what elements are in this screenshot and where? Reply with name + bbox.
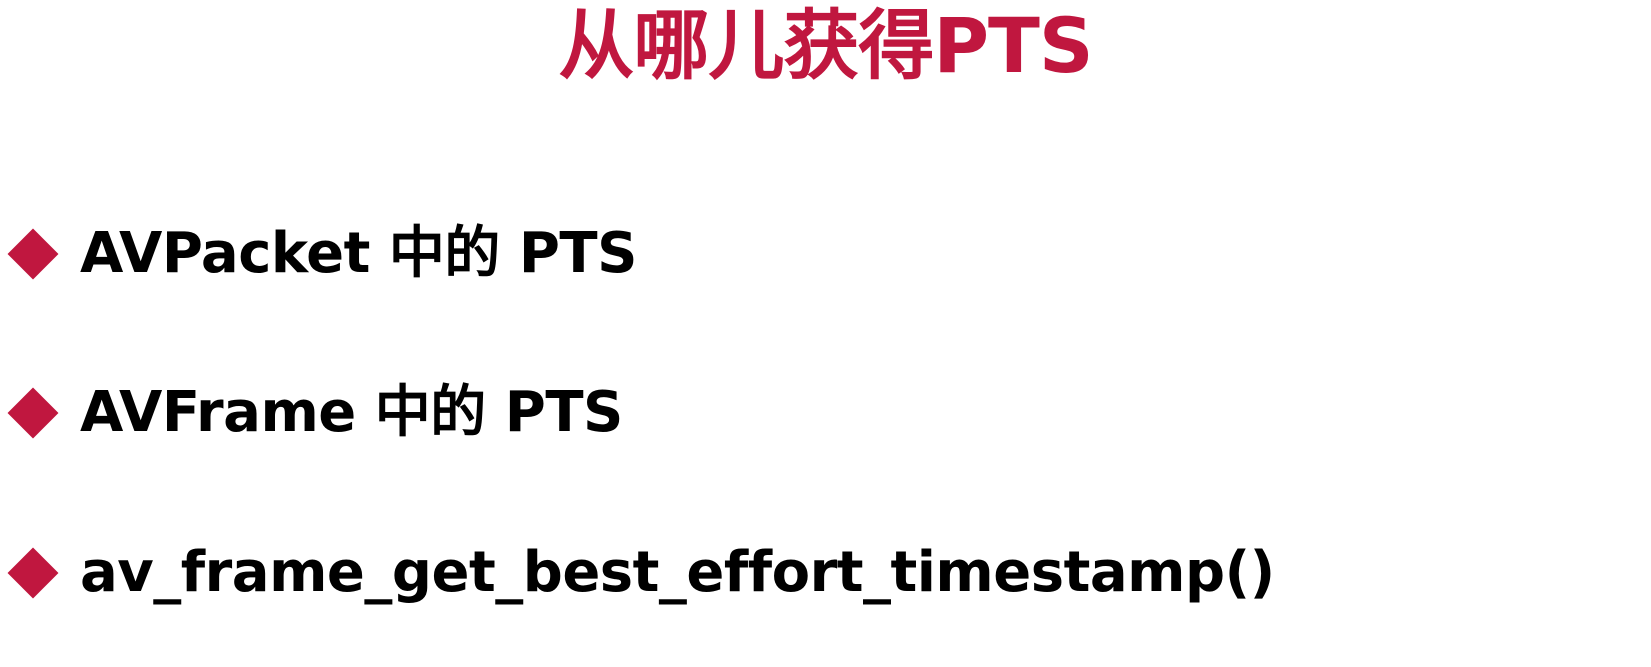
list-item: AVFrame 中的 PTS	[0, 373, 623, 453]
bullet-list: AVPacket 中的 PTS AVFrame 中的 PTS av_frame_…	[0, 0, 1651, 667]
diamond-bullet-icon	[7, 547, 59, 599]
list-item: AVPacket 中的 PTS	[0, 214, 637, 294]
slide: 从哪儿获得PTS AVPacket 中的 PTS AVFrame 中的 PTS …	[0, 0, 1651, 667]
bullet-text: AVFrame 中的 PTS	[80, 380, 623, 445]
bullet-text: av_frame_get_best_effort_timestamp()	[80, 540, 1275, 605]
diamond-bullet-icon	[7, 228, 59, 280]
diamond-bullet-icon	[7, 387, 59, 439]
list-item: av_frame_get_best_effort_timestamp()	[0, 533, 1275, 613]
bullet-text: AVPacket 中的 PTS	[80, 221, 637, 286]
